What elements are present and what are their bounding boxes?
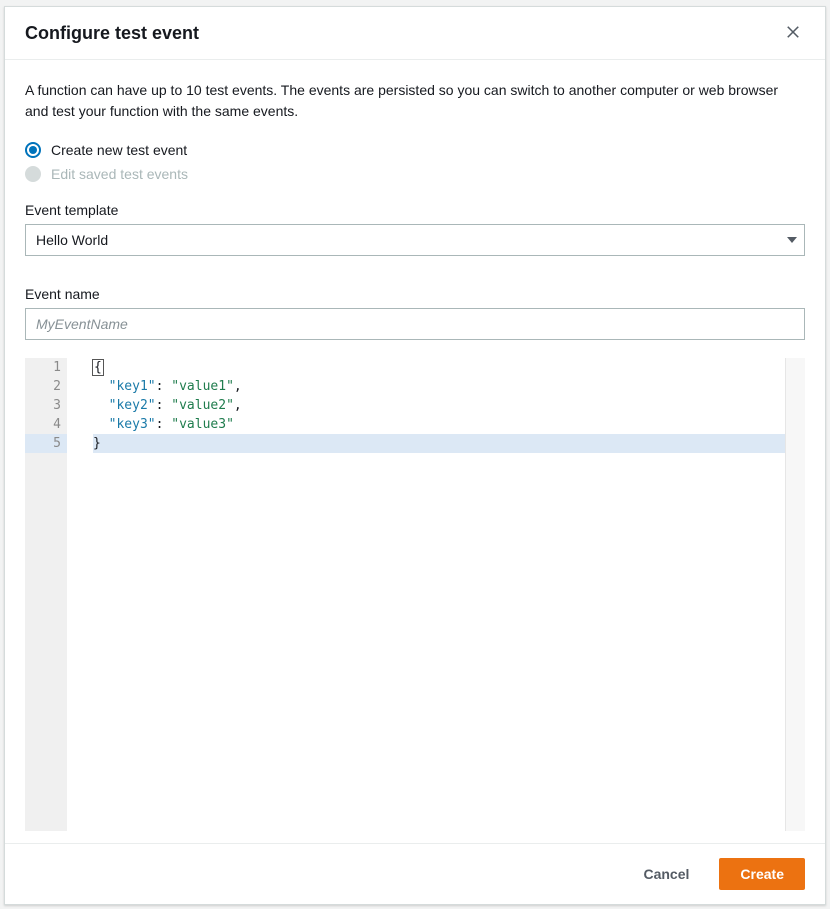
modal-header: Configure test event (5, 7, 825, 60)
event-name-field: Event name (25, 286, 805, 340)
event-template-field: Event template Hello World (25, 202, 805, 274)
event-template-select[interactable]: Hello World (25, 224, 805, 256)
event-mode-radio-group: Create new test event Edit saved test ev… (25, 138, 805, 186)
radio-edit-saved-test-events: Edit saved test events (25, 162, 805, 186)
code-line[interactable]: "key3": "value3" (93, 415, 785, 434)
modal-description: A function can have up to 10 test events… (25, 80, 805, 122)
line-number: 1 (25, 358, 67, 377)
editor-scroll: { "key1": "value1", "key2": "value2", "k… (67, 358, 805, 831)
close-button[interactable] (781, 21, 805, 45)
modal-body: A function can have up to 10 test events… (5, 60, 825, 843)
cancel-button[interactable]: Cancel (623, 858, 709, 890)
code-line[interactable]: "key1": "value1", (93, 377, 785, 396)
editor-code-area[interactable]: { "key1": "value1", "key2": "value2", "k… (67, 358, 785, 831)
modal-footer: Cancel Create (5, 843, 825, 904)
event-template-label: Event template (25, 202, 805, 218)
editor-scrollbar-track[interactable] (785, 358, 805, 831)
line-number: 3 (25, 396, 67, 415)
line-number: 2 (25, 377, 67, 396)
json-editor[interactable]: 12345 { "key1": "value1", "key2": "value… (25, 358, 805, 831)
close-icon (786, 25, 800, 42)
event-template-selected-value: Hello World (36, 232, 108, 248)
modal-backdrop: Configure test event A function can have… (0, 0, 830, 909)
create-button[interactable]: Create (719, 858, 805, 890)
radio-create-new-test-event[interactable]: Create new test event (25, 138, 805, 162)
radio-label: Create new test event (51, 142, 187, 158)
editor-gutter: 12345 (25, 358, 67, 831)
radio-icon (25, 142, 41, 158)
code-line[interactable]: "key2": "value2", (93, 396, 785, 415)
event-name-label: Event name (25, 286, 805, 302)
event-name-input[interactable] (25, 308, 805, 340)
code-line[interactable]: { (93, 358, 785, 377)
caret-down-icon (787, 235, 797, 245)
radio-icon (25, 166, 41, 182)
code-line[interactable]: } (93, 434, 785, 453)
configure-test-event-modal: Configure test event A function can have… (4, 6, 826, 905)
modal-title: Configure test event (25, 23, 199, 44)
line-number: 5 (25, 434, 67, 453)
radio-label: Edit saved test events (51, 166, 188, 182)
line-number: 4 (25, 415, 67, 434)
